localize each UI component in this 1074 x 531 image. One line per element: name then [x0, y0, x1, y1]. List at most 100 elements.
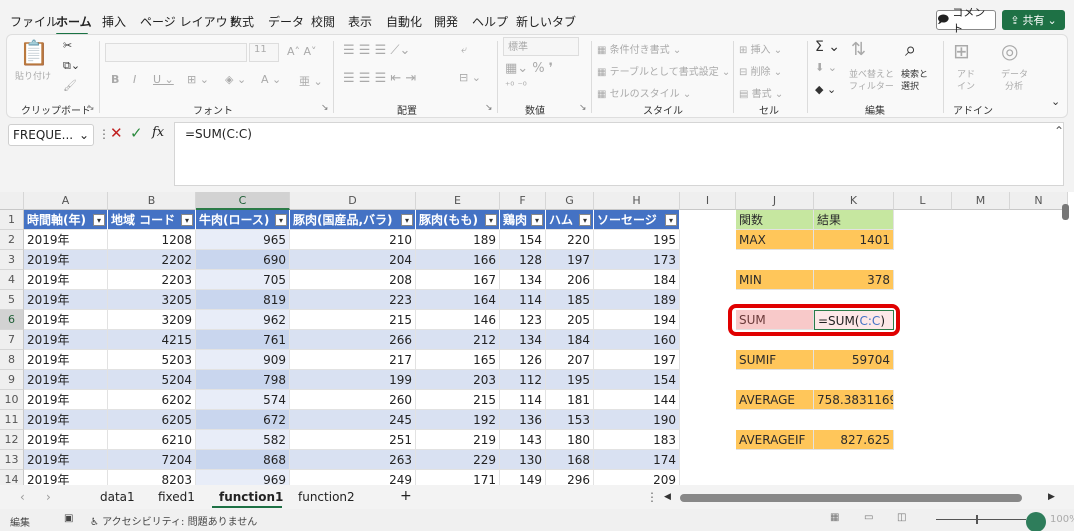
page-break-view-icon[interactable]: ◫ [897, 512, 906, 523]
select-all-corner[interactable] [0, 192, 24, 210]
table-header-cell[interactable]: 牛肉(ロース) ▾ [196, 210, 290, 230]
clear-icon[interactable]: ◆ ⌄ [815, 83, 836, 96]
format-cells-button[interactable]: ▤ 書式 ⌄ [739, 85, 783, 100]
averageif-value-cell[interactable]: 827.625 [814, 430, 894, 450]
table-cell[interactable]: 144 [594, 390, 680, 410]
filter-dropdown-icon[interactable]: ▾ [579, 214, 591, 226]
table-cell[interactable]: 6205 [108, 410, 196, 430]
sheet-tab-data1[interactable]: data1 [100, 490, 135, 504]
scroll-left-icon[interactable]: ◀ [664, 492, 671, 502]
table-cell[interactable]: 969 [196, 470, 290, 485]
format-painter-icon[interactable]: 🖌 [63, 79, 77, 92]
min-value-cell[interactable]: 378 [814, 270, 894, 290]
table-cell[interactable]: 798 [196, 370, 290, 390]
vertical-scrollbar[interactable] [1062, 204, 1069, 220]
wrap-text-icon[interactable]: ⤶ [461, 43, 467, 57]
table-cell[interactable]: 189 [594, 290, 680, 310]
row-header[interactable]: 13 [0, 450, 24, 470]
add-sheet-icon[interactable]: + [400, 488, 412, 504]
delete-cells-button[interactable]: ⊟ 削除 ⌄ [739, 63, 782, 78]
column-header[interactable]: D [290, 192, 416, 210]
dialog-launcher-icon[interactable]: ↘ [321, 103, 329, 113]
average-label-cell[interactable]: AVERAGE [736, 390, 814, 410]
prev-sheet-icon[interactable]: ‹ [20, 490, 25, 504]
max-value-cell[interactable]: 1401 [814, 230, 894, 250]
table-cell[interactable]: 210 [290, 230, 416, 250]
table-cell[interactable]: 166 [416, 250, 500, 270]
formula-input[interactable]: =SUM(C:C) [174, 122, 1064, 186]
table-cell[interactable]: 8203 [108, 470, 196, 485]
copilot-icon[interactable] [1026, 512, 1046, 531]
table-cell[interactable]: 209 [594, 470, 680, 485]
row-header[interactable]: 8 [0, 350, 24, 370]
table-cell[interactable]: 184 [594, 270, 680, 290]
font-size-up-icon[interactable]: A˄ A˅ [287, 45, 317, 58]
bold-icon[interactable]: B [111, 73, 119, 86]
format-as-table-button[interactable]: ▦ テーブルとして書式設定 ⌄ [597, 63, 730, 78]
table-cell[interactable]: 154 [500, 230, 546, 250]
column-header[interactable]: G [546, 192, 594, 210]
accessibility-status[interactable]: ♿︎ アクセシビリティ: 問題ありません [90, 513, 257, 528]
addins-icon[interactable]: ⊞ [953, 39, 970, 63]
table-cell[interactable]: 582 [196, 430, 290, 450]
insert-cells-button[interactable]: ⊞ 挿入 ⌄ [739, 41, 782, 56]
table-cell[interactable]: 195 [594, 230, 680, 250]
table-header-cell[interactable]: 豚肉(国産品,バラ) ▾ [290, 210, 416, 230]
table-cell[interactable]: 2019年 [24, 250, 108, 270]
result-header-cell[interactable]: 結果 [814, 210, 894, 230]
table-cell[interactable]: 2019年 [24, 470, 108, 485]
sumif-value-cell[interactable]: 59704 [814, 350, 894, 370]
table-cell[interactable]: 2019年 [24, 310, 108, 330]
table-cell[interactable]: 126 [500, 350, 546, 370]
merge-icon[interactable]: ⊟ ⌄ [459, 71, 481, 84]
table-cell[interactable]: 229 [416, 450, 500, 470]
table-cell[interactable]: 5203 [108, 350, 196, 370]
row-header[interactable]: 14 [0, 470, 24, 485]
table-cell[interactable]: 260 [290, 390, 416, 410]
table-cell[interactable]: 149 [500, 470, 546, 485]
left-align-icon[interactable]: ☰ ☰ ☰ ⇤ ⇥ [343, 71, 416, 86]
tab-review[interactable]: 校閲 [311, 13, 335, 30]
decimal-icon[interactable]: ⁺⁰ ⁻⁰ [505, 81, 527, 92]
row-header[interactable]: 7 [0, 330, 24, 350]
table-cell[interactable]: 1208 [108, 230, 196, 250]
table-cell[interactable]: 2019年 [24, 290, 108, 310]
cell-styles-button[interactable]: ▦ セルのスタイル ⌄ [597, 85, 691, 100]
row-header[interactable]: 4 [0, 270, 24, 290]
table-cell[interactable]: 965 [196, 230, 290, 250]
table-cell[interactable]: 245 [290, 410, 416, 430]
column-header[interactable]: E [416, 192, 500, 210]
zoom-level[interactable]: 100% [1050, 514, 1074, 525]
cancel-icon[interactable]: ✕ [110, 124, 123, 142]
tab-automate[interactable]: 自動化 [386, 13, 422, 30]
table-cell[interactable]: 165 [416, 350, 500, 370]
table-cell[interactable]: 672 [196, 410, 290, 430]
func-header-cell[interactable]: 関数 [736, 210, 814, 230]
table-cell[interactable]: 206 [546, 270, 594, 290]
table-cell[interactable]: 212 [416, 330, 500, 350]
column-header[interactable]: M [952, 192, 1010, 210]
currency-icon[interactable]: ▦⌄ % ❜ [505, 61, 553, 76]
select-label[interactable]: 選択 [901, 79, 919, 92]
column-header[interactable]: A [24, 192, 108, 210]
tab-new[interactable]: 新しいタブ [516, 13, 576, 30]
table-cell[interactable]: 220 [546, 230, 594, 250]
table-header-cell[interactable]: ハム ▾ [546, 210, 594, 230]
table-cell[interactable]: 194 [594, 310, 680, 330]
table-cell[interactable]: 215 [290, 310, 416, 330]
paste-icon[interactable]: 📋 [19, 39, 49, 67]
filter-label[interactable]: フィルター [849, 79, 894, 92]
filter-dropdown-icon[interactable]: ▾ [93, 214, 105, 226]
column-header[interactable]: N [1010, 192, 1068, 210]
italic-icon[interactable]: I [133, 73, 136, 86]
table-cell[interactable]: 819 [196, 290, 290, 310]
table-cell[interactable]: 143 [500, 430, 546, 450]
sheet-tab-function2[interactable]: function2 [298, 490, 355, 504]
tab-help[interactable]: ヘルプ [472, 13, 508, 30]
table-cell[interactable]: 219 [416, 430, 500, 450]
column-header[interactable]: L [894, 192, 952, 210]
share-button[interactable]: ⇪ 共有 ⌄ [1002, 10, 1065, 30]
table-cell[interactable]: 574 [196, 390, 290, 410]
font-name-select[interactable] [105, 43, 247, 62]
row-header[interactable]: 5 [0, 290, 24, 310]
